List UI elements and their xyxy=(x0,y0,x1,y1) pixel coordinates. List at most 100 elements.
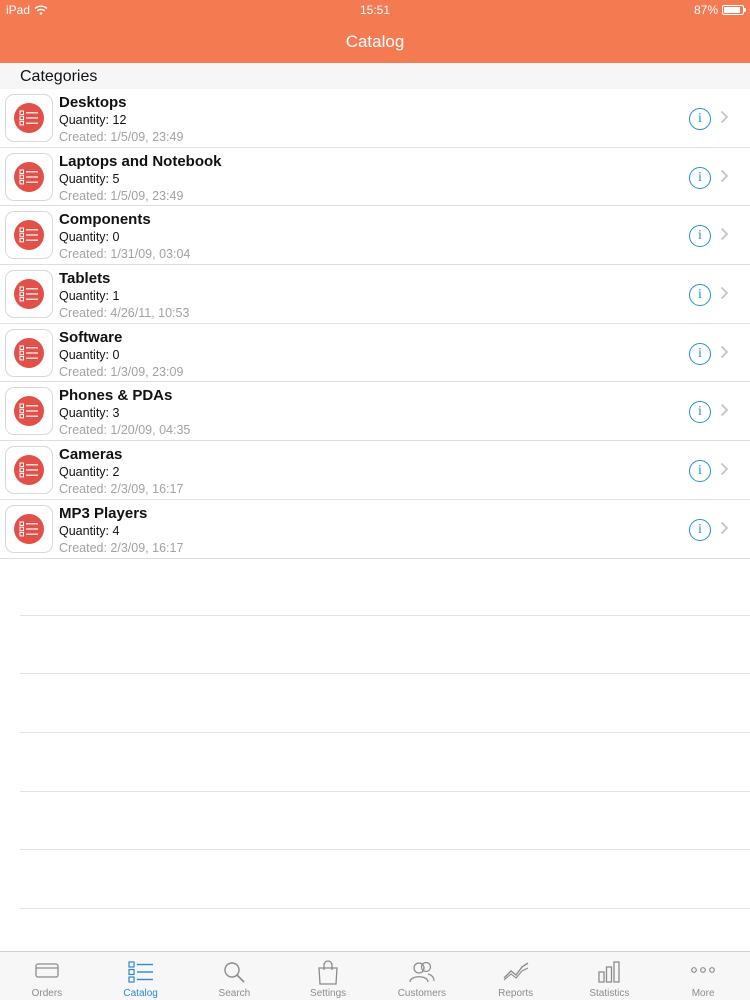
info-icon: i xyxy=(698,463,702,479)
info-button[interactable]: i xyxy=(689,518,711,541)
tab-settings[interactable]: Settings xyxy=(281,952,375,1000)
checklist-icon xyxy=(19,462,38,478)
category-thumbnail xyxy=(5,94,53,142)
chevron-right-icon xyxy=(720,110,729,124)
quantity-value: 3 xyxy=(112,406,120,421)
quantity-line: Quantity: 2 xyxy=(59,465,120,480)
category-thumbnail xyxy=(5,504,53,553)
category-row[interactable]: Components Quantity: 0 Created: 1/31/09,… xyxy=(0,206,750,266)
info-icon: i xyxy=(698,111,702,126)
category-name: Desktops xyxy=(59,94,127,111)
page-title: Catalog xyxy=(345,32,405,51)
category-row[interactable]: Tablets Quantity: 1 Created: 4/26/11, 10… xyxy=(0,265,750,324)
quantity-value: 2 xyxy=(112,465,120,480)
info-icon: i xyxy=(698,287,702,303)
empty-row xyxy=(20,616,750,675)
info-icon: i xyxy=(698,521,702,537)
created-line: Created: 1/3/09, 23:09 xyxy=(59,364,184,379)
category-thumbnail xyxy=(5,211,53,260)
more-icon xyxy=(691,967,716,973)
created-line: Created: 1/5/09, 23:49 xyxy=(59,188,184,203)
quantity-line: Quantity: 0 xyxy=(59,230,120,245)
quantity-value: 12 xyxy=(112,113,127,127)
search-icon xyxy=(224,962,245,983)
info-button[interactable]: i xyxy=(689,284,711,307)
checklist-icon xyxy=(128,961,153,983)
quantity-value: 0 xyxy=(112,347,120,362)
people-icon xyxy=(409,961,435,983)
category-row[interactable]: Phones & PDAs Quantity: 3 Created: 1/20/… xyxy=(0,382,750,442)
info-button[interactable]: i xyxy=(689,166,711,189)
quantity-value: 0 xyxy=(112,230,120,245)
tab-customers[interactable]: Customers xyxy=(375,952,469,1000)
bar-chart-icon xyxy=(598,961,621,983)
info-icon: i xyxy=(698,228,702,244)
shopping-bag-icon xyxy=(318,960,338,985)
battery-label: 87% xyxy=(693,3,718,17)
empty-row xyxy=(20,557,750,616)
empty-row xyxy=(20,850,750,910)
category-thumbnail xyxy=(5,270,53,319)
category-row[interactable]: Desktops Quantity: 12 Created: 1/5/09, 2… xyxy=(0,89,750,148)
info-button[interactable]: i xyxy=(689,401,711,424)
created-value: 1/3/09, 23:09 xyxy=(110,364,184,379)
category-row[interactable]: Cameras Quantity: 2 Created: 2/3/09, 16:… xyxy=(0,441,750,500)
battery-icon xyxy=(722,5,746,15)
tab-search[interactable]: Search xyxy=(188,952,282,1000)
created-line: Created: 1/31/09, 03:04 xyxy=(59,247,191,262)
tab-bar: Orders Catalog Search Settings Customers… xyxy=(0,951,750,1000)
navigation-bar: Catalog xyxy=(0,20,750,63)
category-name: Tablets xyxy=(59,270,111,288)
category-row[interactable]: Software Quantity: 0 Created: 1/3/09, 23… xyxy=(0,324,750,383)
chart-line-icon xyxy=(503,962,529,981)
created-line: Created: 1/20/09, 04:35 xyxy=(59,423,191,438)
created-value: 2/3/09, 16:17 xyxy=(110,540,184,555)
created-value: 1/31/09, 03:04 xyxy=(110,247,191,262)
chevron-right-icon xyxy=(720,521,729,534)
battery: 87% xyxy=(693,3,746,17)
info-button[interactable]: i xyxy=(689,108,711,130)
tab-reports[interactable]: Reports xyxy=(469,952,563,1000)
quantity-value: 5 xyxy=(112,171,120,186)
created-line: Created: 2/3/09, 16:17 xyxy=(59,540,184,555)
tab-label: Settings xyxy=(310,988,347,999)
quantity-value: 4 xyxy=(112,523,120,538)
category-row[interactable]: MP3 Players Quantity: 4 Created: 2/3/09,… xyxy=(0,500,750,559)
tab-statistics[interactable]: Statistics xyxy=(563,952,657,1000)
quantity-line: Quantity: 12 xyxy=(59,113,127,127)
tab-label: More xyxy=(691,988,715,999)
category-name: Phones & PDAs xyxy=(59,387,173,405)
category-row[interactable]: Laptops and Notebook Quantity: 5 Created… xyxy=(0,148,750,207)
created-value: 1/5/09, 23:49 xyxy=(110,130,184,144)
tab-catalog[interactable]: Catalog xyxy=(94,952,188,1000)
tab-orders[interactable]: Orders xyxy=(0,952,94,1000)
checklist-icon xyxy=(19,169,38,185)
category-thumbnail xyxy=(5,387,53,436)
created-value: 4/26/11, 10:53 xyxy=(110,306,190,321)
category-name: Cameras xyxy=(59,446,123,464)
chevron-right-icon xyxy=(720,404,729,417)
info-button[interactable]: i xyxy=(689,460,711,483)
section-header: Categories xyxy=(0,63,750,89)
checklist-icon xyxy=(19,521,38,537)
chevron-right-icon xyxy=(720,286,729,300)
tab-label: Search xyxy=(218,988,251,999)
tab-label: Orders xyxy=(31,988,63,999)
chevron-right-icon xyxy=(720,462,729,476)
quantity-line: Quantity: 1 xyxy=(59,289,120,304)
created-line: Created: 2/3/09, 16:17 xyxy=(59,482,184,497)
chevron-right-icon xyxy=(720,228,729,241)
empty-rows xyxy=(0,557,750,910)
category-thumbnail xyxy=(5,446,53,495)
info-button[interactable]: i xyxy=(689,342,711,365)
empty-row xyxy=(20,733,750,792)
category-thumbnail xyxy=(5,328,53,377)
tab-more[interactable]: More xyxy=(656,952,750,1000)
created-value: 1/20/09, 04:35 xyxy=(110,423,191,438)
empty-row xyxy=(20,674,750,734)
chevron-right-icon xyxy=(720,169,729,182)
category-name: MP3 Players xyxy=(59,504,148,522)
category-name: Laptops and Notebook xyxy=(59,152,222,170)
created-value: 1/5/09, 23:49 xyxy=(110,188,184,203)
info-button[interactable]: i xyxy=(689,225,711,248)
